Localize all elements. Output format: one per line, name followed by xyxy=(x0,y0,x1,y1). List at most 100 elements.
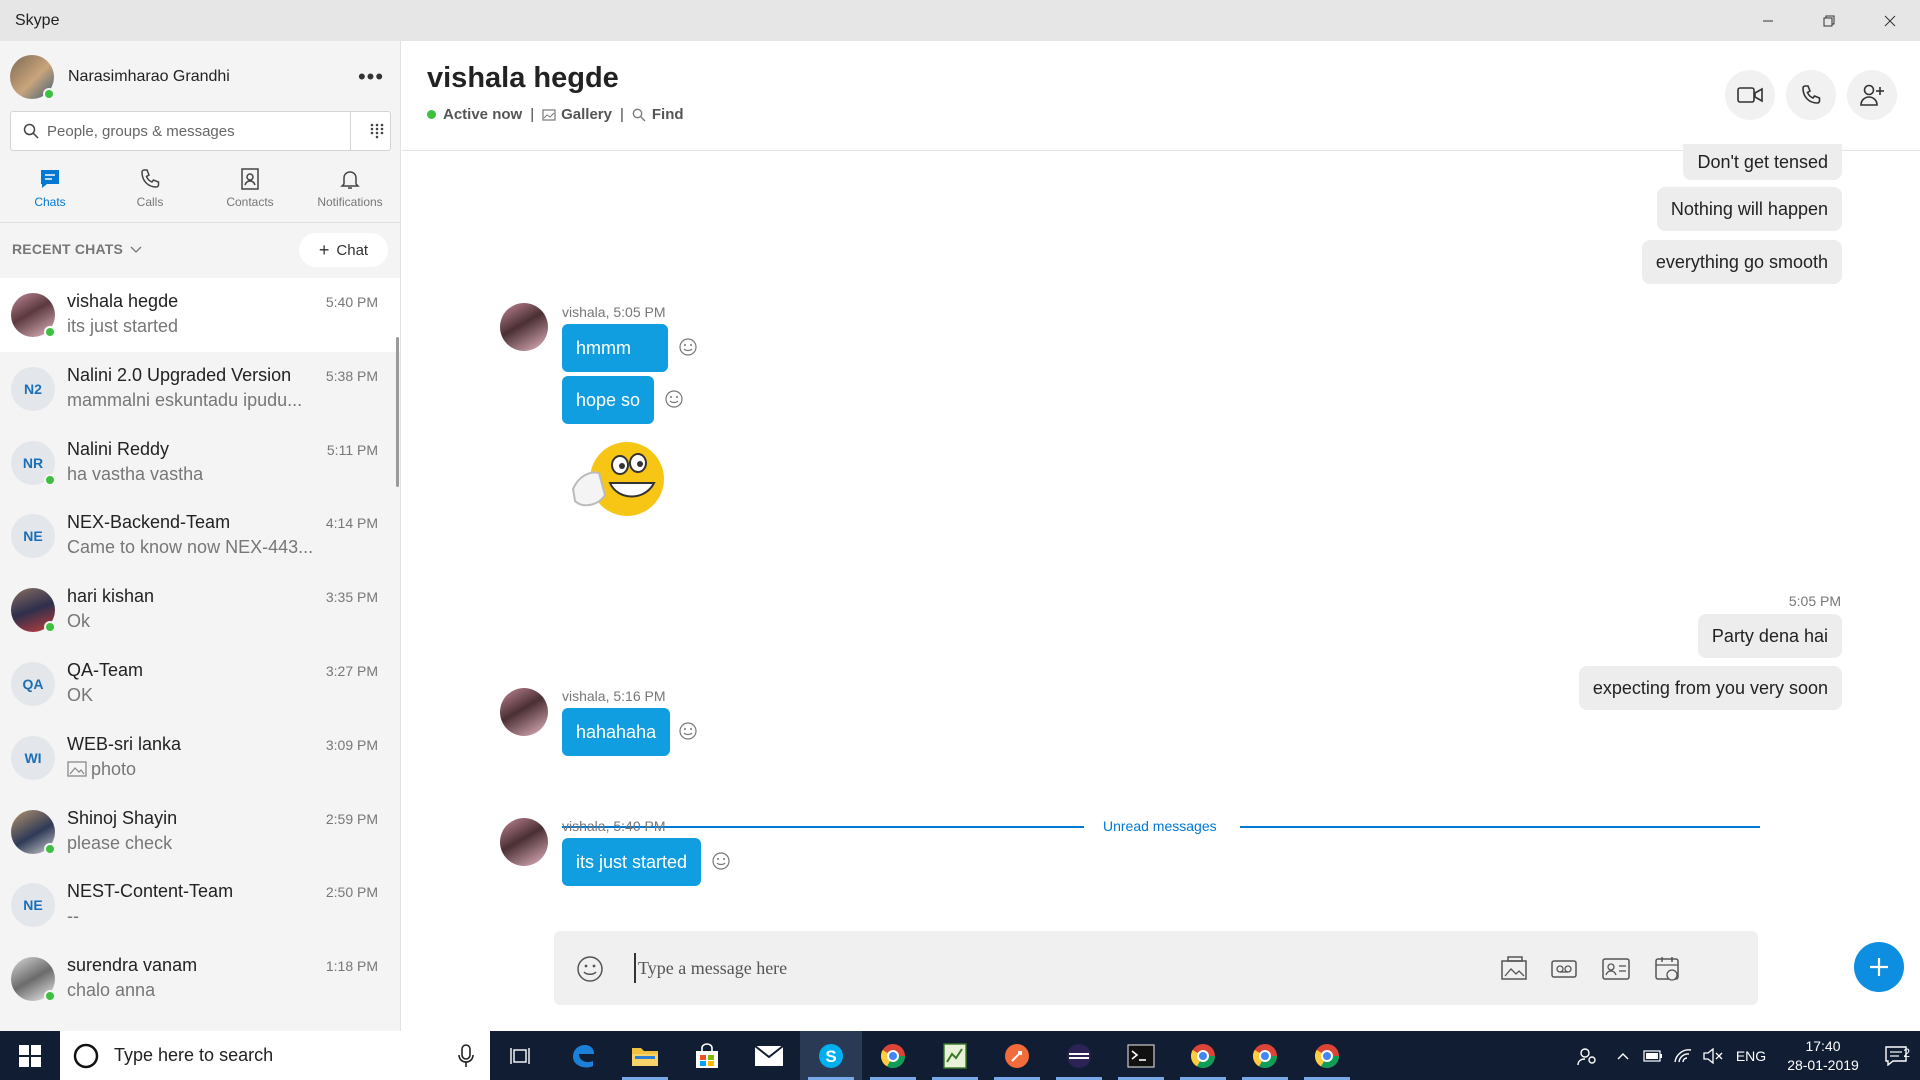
taskbar-app-chrome[interactable] xyxy=(862,1031,924,1080)
chat-list-item[interactable]: NE NEX-Backend-Team 4:14 PM Came to know… xyxy=(0,499,400,573)
taskbar-app-mail[interactable] xyxy=(738,1031,800,1080)
gallery-link[interactable]: Gallery xyxy=(542,106,612,123)
message-meta: vishala, 5:40 PM xyxy=(562,818,666,834)
chat-preview: mammalni eskuntadu ipudu... xyxy=(67,389,303,410)
tab-contacts[interactable]: Contacts xyxy=(200,163,300,221)
message-bubble-outgoing[interactable]: expecting from you very soon xyxy=(1578,666,1842,710)
taskbar-app-store[interactable] xyxy=(676,1031,738,1080)
presence-online-indicator xyxy=(44,473,56,486)
chat-list-item[interactable]: surendra vanam 1:18 PM chalo anna xyxy=(0,942,400,1016)
microphone-icon[interactable] xyxy=(458,1043,474,1068)
chat-preview-text: photo xyxy=(91,758,137,779)
chat-list-item[interactable]: hari kishan 3:35 PM Ok xyxy=(0,573,400,647)
new-chat-button[interactable]: + Chat xyxy=(299,233,388,267)
chat-time: 3:27 PM xyxy=(325,662,378,679)
find-link[interactable]: Find xyxy=(632,106,684,123)
taskbar-app-chrome[interactable] xyxy=(1234,1031,1296,1080)
avatar: NR xyxy=(11,440,56,486)
people-button[interactable] xyxy=(1566,1046,1608,1066)
chat-list-item[interactable]: NE NEST-Content-Team 2:50 PM -- xyxy=(0,868,400,942)
taskbar-app-notepad[interactable] xyxy=(924,1031,986,1080)
message-bubble-outgoing[interactable]: Nothing will happen xyxy=(1656,187,1842,231)
chat-list-item[interactable]: vishala hegde 5:40 PM its just started xyxy=(0,278,400,352)
message-bubble-outgoing[interactable]: Party dena hai xyxy=(1697,614,1842,658)
action-center-button[interactable]: 2 xyxy=(1872,1046,1920,1066)
tab-calls[interactable]: Calls xyxy=(100,163,200,221)
conversation-title[interactable]: vishala hegde xyxy=(427,62,619,95)
postman-icon xyxy=(1005,1043,1029,1068)
video-message-icon[interactable] xyxy=(1550,955,1580,983)
emoji-reaction-icon[interactable] xyxy=(679,338,697,356)
message-bubble-outgoing[interactable]: everything go smooth xyxy=(1641,240,1842,284)
avatar xyxy=(11,588,56,634)
avatar[interactable] xyxy=(500,303,548,351)
profile-name[interactable]: Narasimharao Grandhi xyxy=(68,68,351,86)
message-bubble-outgoing[interactable]: Don't get tensed xyxy=(1683,144,1842,180)
minimize-button[interactable] xyxy=(1737,0,1798,41)
tab-chats[interactable]: Chats xyxy=(0,163,100,221)
conversation-pane: vishala hegde Active now | Gallery | Fin… xyxy=(402,41,1920,1031)
emoji-reaction-icon[interactable] xyxy=(665,390,683,408)
input-language-button[interactable]: ENG xyxy=(1728,1048,1774,1064)
add-people-button[interactable] xyxy=(1847,70,1897,120)
taskbar-app-edge[interactable] xyxy=(552,1031,614,1080)
battery-button[interactable] xyxy=(1638,1049,1668,1062)
message-bubble-incoming[interactable]: hahahaha xyxy=(562,708,671,756)
chat-list-item[interactable]: N2 Nalini 2.0 Upgraded Version 5:38 PM m… xyxy=(0,352,400,426)
send-file-icon[interactable] xyxy=(1499,953,1529,983)
schedule-icon[interactable] xyxy=(1652,955,1682,983)
presence-online-indicator xyxy=(427,110,436,119)
message-bubble-incoming[interactable]: its just started xyxy=(562,838,702,886)
emoji-reaction-icon[interactable] xyxy=(679,722,697,740)
thumbs-up-emoticon[interactable] xyxy=(565,437,665,527)
search-input[interactable] xyxy=(47,122,337,140)
folder-icon xyxy=(632,1047,658,1066)
taskbar-search-input[interactable] xyxy=(114,1045,434,1066)
taskbar-app-postman[interactable] xyxy=(986,1031,1048,1080)
chat-name: vishala hegde xyxy=(67,291,179,311)
recent-chats-dropdown[interactable]: RECENT CHATS xyxy=(12,241,143,257)
chat-list-item[interactable]: WI WEB-sri lanka 3:09 PM photo xyxy=(0,721,400,795)
unread-divider-line xyxy=(1240,826,1760,828)
clock[interactable]: 17:40 28-01-2019 xyxy=(1774,1037,1872,1075)
clock-time: 17:40 xyxy=(1805,1037,1841,1054)
message-bubble-incoming[interactable]: hope so xyxy=(562,376,655,424)
start-button[interactable] xyxy=(0,1031,60,1080)
audio-call-button[interactable] xyxy=(1786,70,1836,120)
chat-list-item[interactable]: NR Nalini Reddy 5:11 PM ha vastha vastha xyxy=(0,426,400,500)
emoji-picker-icon[interactable] xyxy=(576,955,604,983)
more-options-button[interactable]: ••• xyxy=(351,66,391,88)
chat-list-item[interactable]: QA QA-Team 3:27 PM OK xyxy=(0,647,400,721)
avatar[interactable] xyxy=(10,55,55,100)
taskbar-app-chrome[interactable] xyxy=(1172,1031,1234,1080)
taskbar-app-eclipse[interactable] xyxy=(1048,1031,1110,1080)
emoji-reaction-icon[interactable] xyxy=(712,852,730,870)
taskbar-app-skype[interactable]: S xyxy=(800,1031,862,1080)
tab-notifications[interactable]: Notifications xyxy=(300,163,400,221)
restore-button[interactable] xyxy=(1798,0,1859,41)
chat-time: 5:11 PM xyxy=(326,441,378,458)
svg-text:S: S xyxy=(825,1047,836,1066)
message-bubble-incoming[interactable]: hmmm xyxy=(562,324,668,372)
avatar[interactable] xyxy=(500,818,548,866)
video-call-button[interactable] xyxy=(1725,70,1775,120)
network-button[interactable] xyxy=(1668,1048,1698,1064)
close-button[interactable] xyxy=(1859,0,1920,41)
taskbar-app-file-explorer[interactable] xyxy=(614,1031,676,1080)
chat-list-item[interactable]: Shinoj Shayin 2:59 PM please check xyxy=(0,795,400,869)
send-contact-icon[interactable] xyxy=(1601,955,1631,983)
dialpad-button[interactable] xyxy=(350,112,390,150)
task-view-button[interactable] xyxy=(490,1031,552,1080)
avatar[interactable] xyxy=(500,688,548,736)
taskbar-app-chrome[interactable] xyxy=(1296,1031,1358,1080)
volume-button[interactable] xyxy=(1698,1047,1728,1064)
presence-status: Active now xyxy=(443,106,523,123)
add-content-button[interactable] xyxy=(1854,942,1904,992)
tab-label: Notifications xyxy=(317,195,383,209)
chevron-down-icon xyxy=(130,246,142,253)
chat-name: QA-Team xyxy=(67,659,144,680)
taskbar-app-terminal[interactable] xyxy=(1110,1031,1172,1080)
message-input[interactable] xyxy=(634,953,1434,983)
scrollbar-thumb[interactable] xyxy=(396,337,399,487)
show-hidden-icons-button[interactable] xyxy=(1608,1051,1638,1061)
